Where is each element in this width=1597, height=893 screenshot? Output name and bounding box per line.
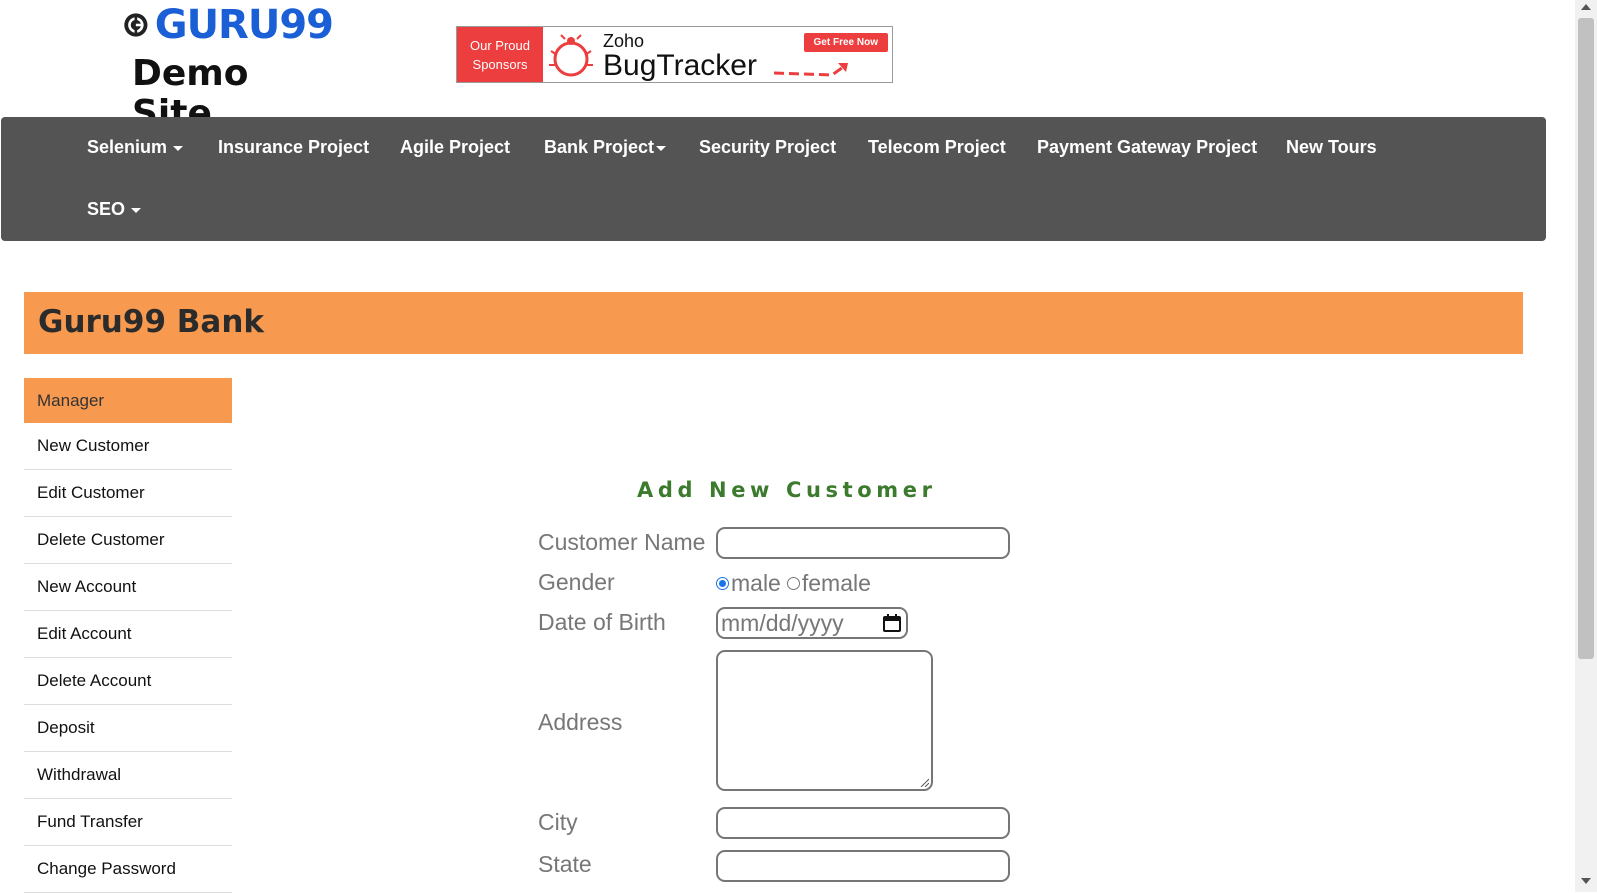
nav-insurance-project[interactable]: Insurance Project xyxy=(218,137,369,158)
logo-text: GURU99 xyxy=(154,2,334,48)
resize-grip-icon[interactable] xyxy=(919,777,929,787)
city-input[interactable] xyxy=(716,807,1010,839)
dob-label: Date of Birth xyxy=(538,609,666,635)
site-logo[interactable]: GURU99 Demo Site xyxy=(123,2,334,134)
ad-cta-button[interactable]: Get Free Now xyxy=(803,33,888,52)
sidebar-item-new-customer[interactable]: New Customer xyxy=(24,423,232,470)
gender-male-radio[interactable] xyxy=(716,577,729,590)
state-input[interactable] xyxy=(716,850,1010,882)
sidebar-item-withdrawal[interactable]: Withdrawal xyxy=(24,752,232,799)
scroll-up-arrow-icon[interactable] xyxy=(1581,4,1591,10)
manager-sidebar: Manager New Customer Edit Customer Delet… xyxy=(24,378,232,893)
sidebar-item-edit-account[interactable]: Edit Account xyxy=(24,611,232,658)
gender-female-radio[interactable] xyxy=(786,577,800,590)
bug-icon xyxy=(543,27,599,82)
gender-male-label: male xyxy=(731,570,781,596)
scroll-down-arrow-icon[interactable] xyxy=(1581,878,1591,884)
caret-down-icon xyxy=(656,145,667,151)
caret-down-icon xyxy=(173,145,184,151)
nav-bank-project[interactable]: Bank Project xyxy=(544,137,667,158)
nav-selenium-label: Selenium xyxy=(87,137,168,157)
page-title: Guru99 Bank xyxy=(38,304,265,340)
gender-female-label: female xyxy=(801,570,871,596)
vertical-scrollbar[interactable] xyxy=(1575,0,1597,892)
gender-radio-group: male female xyxy=(716,570,871,597)
ad-sponsor-line2: Sponsors xyxy=(472,56,528,72)
nav-agile-project[interactable]: Agile Project xyxy=(400,137,510,158)
sponsor-ad-banner[interactable]: Our Proud Sponsors Zoho BugTracker Get F… xyxy=(456,26,893,83)
nav-bank-project-label: Bank Project xyxy=(544,137,655,157)
ad-sponsor-label: Our Proud Sponsors xyxy=(457,27,543,82)
sidebar-item-delete-account[interactable]: Delete Account xyxy=(24,658,232,705)
caret-down-icon xyxy=(131,207,142,213)
ad-brand: Zoho BugTracker xyxy=(599,27,757,82)
sidebar-item-new-account[interactable]: New Account xyxy=(24,564,232,611)
ad-brand-main: BugTracker xyxy=(603,48,757,82)
main-navbar: Selenium Insurance Project Agile Project… xyxy=(1,117,1546,241)
sidebar-item-delete-customer[interactable]: Delete Customer xyxy=(24,517,232,564)
sidebar-item-manager[interactable]: Manager xyxy=(24,378,232,423)
ad-sponsor-line1: Our Proud xyxy=(470,37,530,53)
nav-security-project[interactable]: Security Project xyxy=(699,137,836,158)
nav-selenium[interactable]: Selenium xyxy=(87,137,184,158)
sidebar-item-edit-customer[interactable]: Edit Customer xyxy=(24,470,232,517)
form-title: Add New Customer xyxy=(637,478,937,502)
sidebar-item-deposit[interactable]: Deposit xyxy=(24,705,232,752)
dob-date-input[interactable]: mm/dd/yyyy xyxy=(716,607,908,639)
calendar-icon[interactable] xyxy=(882,613,902,633)
sidebar-item-fund-transfer[interactable]: Fund Transfer xyxy=(24,799,232,846)
guru99-logo-icon xyxy=(124,13,148,37)
customer-name-input[interactable] xyxy=(716,527,1010,559)
nav-seo-label: SEO xyxy=(87,199,126,219)
arrow-icon xyxy=(773,63,848,77)
customer-name-label: Customer Name xyxy=(538,529,706,555)
scroll-thumb[interactable] xyxy=(1578,18,1594,659)
gender-label: Gender xyxy=(538,569,615,595)
nav-new-tours[interactable]: New Tours xyxy=(1286,137,1377,158)
sidebar-item-change-password[interactable]: Change Password xyxy=(24,846,232,893)
nav-payment-gateway-project[interactable]: Payment Gateway Project xyxy=(1037,137,1257,158)
address-label: Address xyxy=(538,709,623,735)
bank-banner: Guru99 Bank xyxy=(24,292,1523,354)
nav-seo[interactable]: SEO xyxy=(87,199,142,220)
nav-telecom-project[interactable]: Telecom Project xyxy=(868,137,1006,158)
address-textarea[interactable] xyxy=(716,650,933,791)
dob-placeholder: mm/dd/yyyy xyxy=(721,609,844,636)
city-label: City xyxy=(538,809,578,835)
ad-brand-top: Zoho xyxy=(603,30,645,51)
state-label: State xyxy=(538,851,592,877)
